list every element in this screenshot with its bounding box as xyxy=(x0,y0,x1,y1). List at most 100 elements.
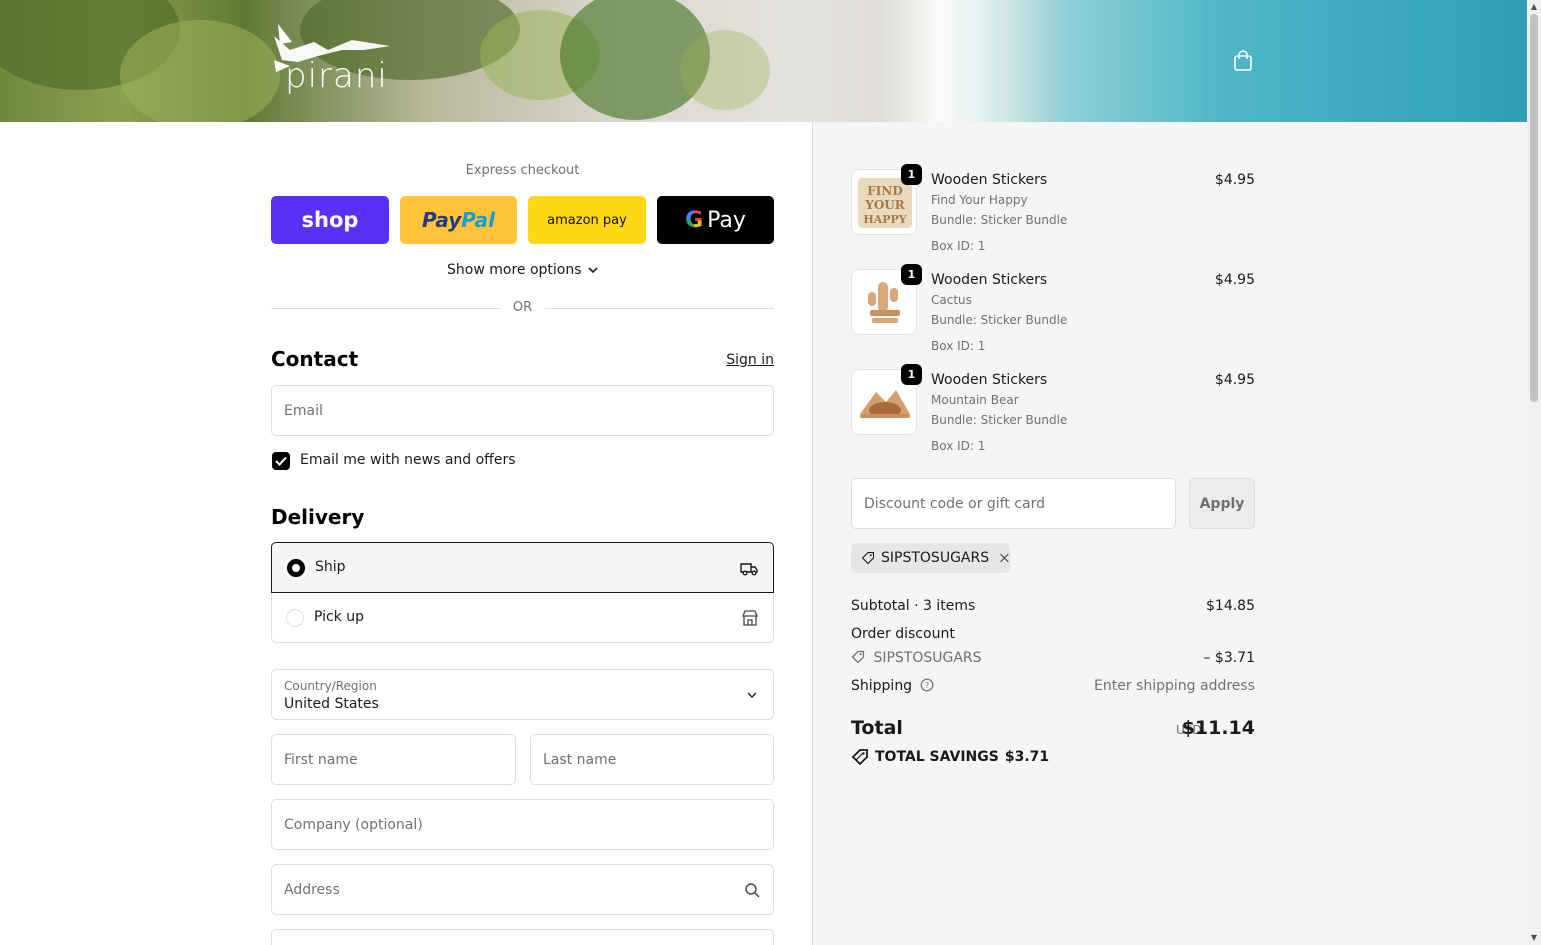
google-pay-button[interactable]: G Pay xyxy=(657,196,774,244)
ship-radio[interactable] xyxy=(287,559,305,577)
item-bundle: Bundle: Sticker Bundle xyxy=(931,413,1068,427)
shipping-value: Enter shipping address xyxy=(1094,678,1255,694)
item-price: $4.95 xyxy=(1214,272,1255,288)
chevron-down-icon xyxy=(747,692,757,698)
apply-discount-button[interactable]: Apply xyxy=(1189,478,1255,529)
scroll-up-icon[interactable]: ▲ xyxy=(1527,0,1541,14)
item-name: Wooden Stickers xyxy=(931,372,1048,388)
last-name-field[interactable]: Last name xyxy=(530,734,774,785)
order-discount-row: Order discount xyxy=(851,626,1255,642)
google-pay-label: Pay xyxy=(707,207,746,233)
delivery-option-ship[interactable]: Ship xyxy=(271,542,774,593)
email-placeholder: Email xyxy=(284,403,323,419)
or-label: OR xyxy=(512,300,533,315)
cart-item: 1 Wooden Stickers Cactus Bundle: Sticker… xyxy=(851,264,1255,359)
item-bundle: Bundle: Sticker Bundle xyxy=(931,213,1068,227)
subtotal-value: $14.85 xyxy=(1206,598,1255,614)
ship-label: Ship xyxy=(315,559,346,575)
item-price: $4.95 xyxy=(1214,172,1255,188)
item-variant: Cactus xyxy=(931,293,972,307)
address-field[interactable]: Address xyxy=(271,864,774,915)
scroll-thumb[interactable] xyxy=(1530,14,1538,402)
checkmark-icon xyxy=(275,456,287,466)
item-variant: Mountain Bear xyxy=(931,393,1019,407)
delivery-heading: Delivery xyxy=(271,505,365,529)
country-value: United States xyxy=(284,696,379,712)
checkout-page: pirani ▲ ▼ Express checkout shop Pay Pal … xyxy=(0,0,1541,945)
shop-pay-button[interactable]: shop xyxy=(271,196,389,244)
discount-code-row: SIPSTOSUGARS – $3.71 xyxy=(851,650,1255,666)
savings-value: $3.71 xyxy=(1004,749,1050,765)
remove-discount-icon[interactable] xyxy=(999,551,1010,565)
google-g-icon: G xyxy=(685,207,704,233)
savings-label: TOTAL SAVINGS xyxy=(875,749,999,765)
country-select[interactable]: Country/Region United States xyxy=(271,669,774,720)
tag-icon xyxy=(861,552,875,565)
chevron-down-icon xyxy=(588,267,598,274)
discount-value: – $3.71 xyxy=(1203,650,1255,666)
apartment-field[interactable] xyxy=(271,929,774,945)
pickup-label: Pick up xyxy=(314,609,365,625)
total-label: Total xyxy=(851,717,903,739)
paypal-button[interactable]: Pay Pal xyxy=(400,196,517,244)
paypal-label-a: Pay xyxy=(421,208,462,232)
discount-code-field[interactable]: Discount code or gift card xyxy=(851,478,1176,529)
email-field[interactable]: Email xyxy=(271,385,774,436)
quantity-badge: 1 xyxy=(901,364,922,385)
or-divider: OR xyxy=(271,300,774,318)
svg-text:YOUR: YOUR xyxy=(864,198,905,212)
subtotal-row: Subtotal · 3 items $14.85 xyxy=(851,598,1255,614)
total-savings: TOTAL SAVINGS $3.71 xyxy=(851,748,1049,766)
savings-tag-icon xyxy=(851,749,868,766)
truck-icon xyxy=(740,563,758,576)
delivery-option-pickup[interactable]: Pick up xyxy=(271,593,774,643)
paypal-label-b: Pal xyxy=(461,208,496,232)
company-field[interactable]: Company (optional) xyxy=(271,799,774,850)
item-name: Wooden Stickers xyxy=(931,172,1048,188)
last-name-placeholder: Last name xyxy=(543,752,617,768)
item-box-id: Box ID: 1 xyxy=(931,339,986,353)
item-box-id: Box ID: 1 xyxy=(931,239,986,253)
first-name-placeholder: First name xyxy=(284,752,358,768)
first-name-field[interactable]: First name xyxy=(271,734,516,785)
country-label: Country/Region xyxy=(284,679,377,693)
applied-discount-chip: SIPSTOSUGARS xyxy=(851,543,1010,573)
amazon-pay-label: amazon pay xyxy=(547,212,627,228)
shop-pay-label: shop xyxy=(301,208,359,232)
express-checkout-title: Express checkout xyxy=(465,163,580,178)
item-bundle: Bundle: Sticker Bundle xyxy=(931,313,1068,327)
svg-text:FIND: FIND xyxy=(867,184,903,198)
amazon-pay-button[interactable]: amazon pay xyxy=(528,196,646,244)
quantity-badge: 1 xyxy=(901,164,922,185)
show-more-options-link[interactable]: Show more options xyxy=(271,262,774,278)
item-name: Wooden Stickers xyxy=(931,272,1048,288)
sign-in-link[interactable]: Sign in xyxy=(690,352,774,368)
cart-item: 1 Wooden Stickers Mountain Bear Bundle: … xyxy=(851,364,1255,459)
show-more-options-label: Show more options xyxy=(447,262,582,278)
subtotal-label: Subtotal · 3 items xyxy=(851,598,976,614)
page-scrollbar[interactable]: ▲ ▼ xyxy=(1527,0,1541,945)
scroll-down-icon[interactable]: ▼ xyxy=(1527,931,1541,945)
cart-item: FIND YOUR HAPPY 1 Wooden Stickers Find Y… xyxy=(851,164,1255,259)
brand-wordmark: pirani xyxy=(285,56,388,96)
store-icon xyxy=(742,610,758,626)
newsletter-label[interactable]: Email me with news and offers xyxy=(300,452,516,468)
help-icon[interactable]: ? xyxy=(920,678,934,692)
shipping-row: Shipping ? Enter shipping address xyxy=(851,678,1255,694)
company-placeholder: Company (optional) xyxy=(284,817,423,833)
svg-text:?: ? xyxy=(924,681,928,690)
contact-heading: Contact xyxy=(271,347,359,371)
shipping-label: Shipping xyxy=(851,678,913,694)
svg-text:HAPPY: HAPPY xyxy=(863,213,906,226)
tag-icon xyxy=(851,650,865,664)
item-variant: Find Your Happy xyxy=(931,193,1028,207)
discount-placeholder: Discount code or gift card xyxy=(864,496,1045,512)
header-banner xyxy=(0,0,1527,122)
applied-code-label: SIPSTOSUGARS xyxy=(881,550,990,566)
shopping-bag-icon[interactable] xyxy=(1232,50,1254,72)
pickup-radio[interactable] xyxy=(286,609,304,627)
order-discount-label: Order discount xyxy=(851,626,955,642)
newsletter-checkbox[interactable] xyxy=(272,452,290,470)
address-placeholder: Address xyxy=(284,882,340,898)
item-price: $4.95 xyxy=(1214,372,1255,388)
